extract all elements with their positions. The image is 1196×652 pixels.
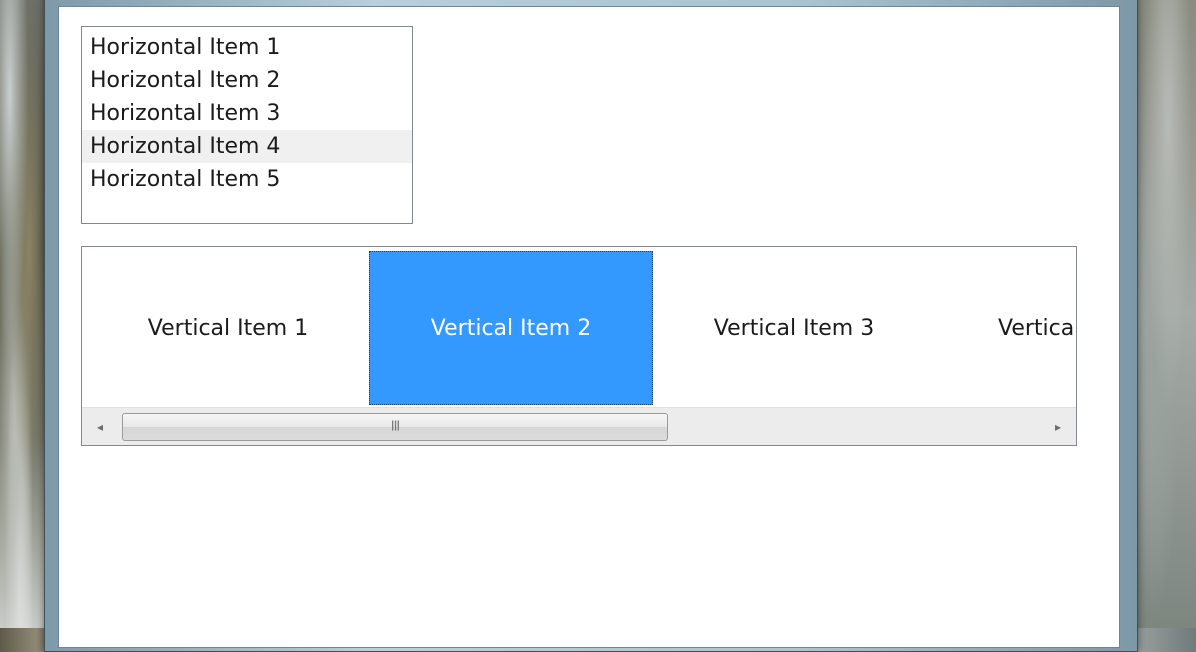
grip-icon: III [390,419,400,435]
list-item[interactable]: Horizontal Item 4 [82,130,412,163]
vertical-items-scroll-panel[interactable]: Vertical Item 1 Vertical Item 2 Vertical… [81,246,1077,446]
horizontal-scrollbar[interactable]: ◂ III ▸ [82,407,1076,445]
horizontal-list-box[interactable]: Horizontal Item 1 Horizontal Item 2 Hori… [81,26,413,224]
list-item[interactable]: Horizontal Item 5 [82,163,412,196]
list-item[interactable]: Horizontal Item 2 [82,64,412,97]
scrollbar-thumb[interactable]: III [122,413,668,441]
desktop-background-left [0,0,48,628]
vertical-item-selected[interactable]: Vertical Item 2 [369,251,653,405]
vertical-item[interactable]: Vertical Item 3 [652,251,936,405]
scroll-right-arrow-icon[interactable]: ▸ [1040,408,1076,445]
list-item[interactable]: Horizontal Item 1 [82,31,412,64]
vertical-items-row: Vertical Item 1 Vertical Item 2 Vertical… [82,247,1076,405]
list-item[interactable]: Horizontal Item 3 [82,97,412,130]
vertical-item[interactable]: Vertical Item 1 [86,251,370,405]
vertical-item[interactable]: Vertica [946,251,1076,405]
scroll-left-arrow-icon[interactable]: ◂ [82,408,118,445]
